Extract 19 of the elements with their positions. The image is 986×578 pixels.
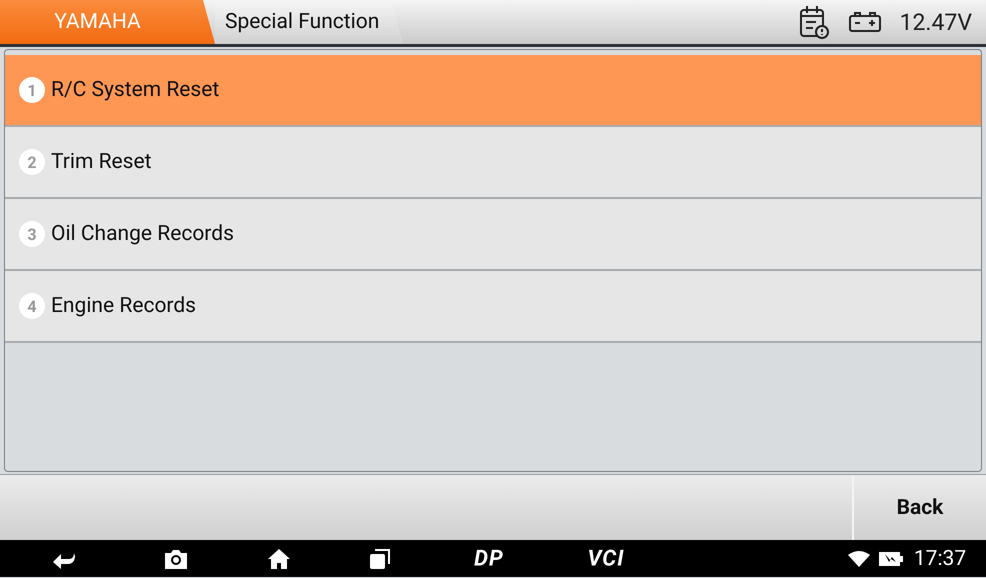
item-number: 4 bbox=[19, 293, 45, 319]
battery-icon bbox=[848, 11, 882, 33]
menu-item[interactable]: 4 Engine Records bbox=[5, 271, 981, 343]
battery-charging-icon bbox=[879, 550, 903, 566]
menu-item[interactable]: 3 Oil Change Records bbox=[5, 199, 981, 271]
dp-logo[interactable]: DP bbox=[474, 546, 504, 571]
voltage-reading: 12.47V bbox=[900, 8, 972, 36]
camera-icon[interactable] bbox=[163, 548, 189, 570]
item-number: 3 bbox=[19, 221, 45, 247]
menu-item[interactable]: 1 R/C System Reset bbox=[5, 55, 981, 127]
item-number: 1 bbox=[19, 77, 45, 103]
wifi-icon bbox=[848, 550, 870, 566]
home-icon[interactable] bbox=[267, 548, 291, 570]
clock-time: 17:37 bbox=[914, 546, 966, 570]
calendar-alert-icon[interactable] bbox=[798, 4, 830, 40]
item-number: 2 bbox=[19, 149, 45, 175]
recent-apps-icon[interactable] bbox=[369, 548, 391, 570]
vci-logo[interactable]: VCI bbox=[588, 546, 624, 571]
menu-item[interactable]: 2 Trim Reset bbox=[5, 127, 981, 199]
